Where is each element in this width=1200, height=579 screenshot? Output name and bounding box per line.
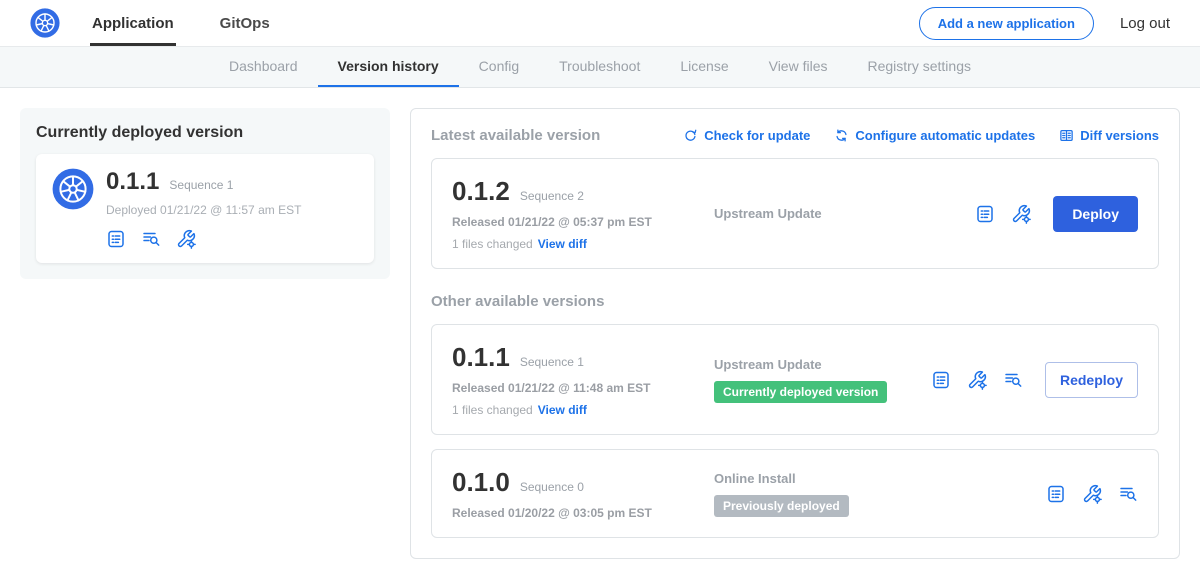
version-row: 0.1.0 Sequence 0 Released 01/20/22 @ 03:… (431, 449, 1159, 538)
version-source: Online Install (714, 471, 1036, 486)
diff-columns-icon (1059, 128, 1074, 143)
currently-deployed-title: Currently deployed version (36, 124, 374, 142)
version-row: 0.1.1 Sequence 1 Released 01/21/22 @ 11:… (431, 324, 1159, 435)
release-notes-icon[interactable] (106, 229, 126, 249)
topbar: Application GitOps Add a new application… (0, 0, 1200, 47)
topbar-tabs: Application GitOps (90, 0, 314, 46)
currently-deployed-card: Currently deployed version 0.1.1 Sequenc… (20, 108, 390, 279)
release-notes-icon[interactable] (931, 370, 951, 390)
kubernetes-app-icon (52, 168, 94, 210)
tab-gitops[interactable]: GitOps (218, 0, 272, 46)
subnav-tab-dashboard[interactable]: Dashboard (209, 47, 318, 87)
other-versions-title: Other available versions (431, 293, 1159, 310)
app-logo[interactable] (30, 0, 60, 46)
refresh-arrow-icon (683, 128, 698, 143)
version-history-page: Currently deployed version 0.1.1 Sequenc… (0, 88, 1200, 579)
tab-application[interactable]: Application (90, 0, 176, 46)
deployed-version-card: 0.1.1 Sequence 1 Deployed 01/21/22 @ 11:… (36, 154, 374, 263)
version-row: 0.1.2 Sequence 2 Released 01/21/22 @ 05:… (431, 158, 1159, 269)
deployed-version-number: 0.1.1 (106, 168, 159, 196)
previously-deployed-badge: Previously deployed (714, 495, 849, 517)
subnav-tab-version-history[interactable]: Version history (318, 47, 459, 87)
released-date: Released 01/20/22 @ 03:05 pm EST (452, 506, 714, 520)
logout-link[interactable]: Log out (1120, 15, 1170, 32)
release-notes-icon[interactable] (1046, 484, 1066, 504)
deploy-button[interactable]: Deploy (1053, 196, 1138, 232)
sequence-label: Sequence 0 (520, 480, 584, 494)
version-actions: Check for update Configure automatic upd… (683, 128, 1159, 143)
add-application-button[interactable]: Add a new application (919, 7, 1094, 40)
subnav-tab-license[interactable]: License (660, 47, 748, 87)
file-search-icon[interactable] (141, 229, 161, 249)
subnav-tab-troubleshoot[interactable]: Troubleshoot (539, 47, 660, 87)
view-diff-link[interactable]: View diff (538, 237, 587, 251)
configure-automatic-updates-link[interactable]: Configure automatic updates (834, 128, 1035, 143)
file-search-icon[interactable] (1003, 370, 1023, 390)
subnav-tab-config[interactable]: Config (459, 47, 539, 87)
config-wrench-icon[interactable] (176, 229, 196, 249)
sequence-label: Sequence 1 (520, 355, 584, 369)
config-wrench-icon[interactable] (1011, 204, 1031, 224)
version-source: Upstream Update (714, 357, 921, 372)
topbar-right: Add a new application Log out (919, 0, 1170, 46)
subnav-tab-registry-settings[interactable]: Registry settings (848, 47, 991, 87)
sync-arrows-icon (834, 128, 849, 143)
latest-available-title: Latest available version (431, 127, 600, 144)
version-source: Upstream Update (714, 206, 965, 221)
config-wrench-icon[interactable] (967, 370, 987, 390)
diff-versions-link[interactable]: Diff versions (1059, 128, 1159, 143)
app-subnav: Dashboard Version history Config Trouble… (0, 47, 1200, 88)
deployed-sequence-label: Sequence 1 (169, 178, 233, 192)
released-date: Released 01/21/22 @ 05:37 pm EST (452, 215, 714, 229)
files-changed-line: 1 files changedView diff (452, 237, 714, 251)
sequence-label: Sequence 2 (520, 189, 584, 203)
release-notes-icon[interactable] (975, 204, 995, 224)
released-date: Released 01/21/22 @ 11:48 am EST (452, 381, 714, 395)
files-changed-line: 1 files changedView diff (452, 403, 714, 417)
file-search-icon[interactable] (1118, 484, 1138, 504)
deployed-date: Deployed 01/21/22 @ 11:57 am EST (106, 203, 301, 217)
config-wrench-icon[interactable] (1082, 484, 1102, 504)
available-versions-card: Latest available version Check for updat… (410, 108, 1180, 559)
kubernetes-logo-icon (30, 8, 60, 38)
version-number: 0.1.2 (452, 176, 510, 207)
version-number: 0.1.1 (452, 342, 510, 373)
currently-deployed-badge: Currently deployed version (714, 381, 887, 403)
version-number: 0.1.0 (452, 467, 510, 498)
check-for-update-link[interactable]: Check for update (683, 128, 810, 143)
redeploy-button[interactable]: Redeploy (1045, 362, 1138, 398)
subnav-tab-view-files[interactable]: View files (749, 47, 848, 87)
view-diff-link[interactable]: View diff (538, 403, 587, 417)
